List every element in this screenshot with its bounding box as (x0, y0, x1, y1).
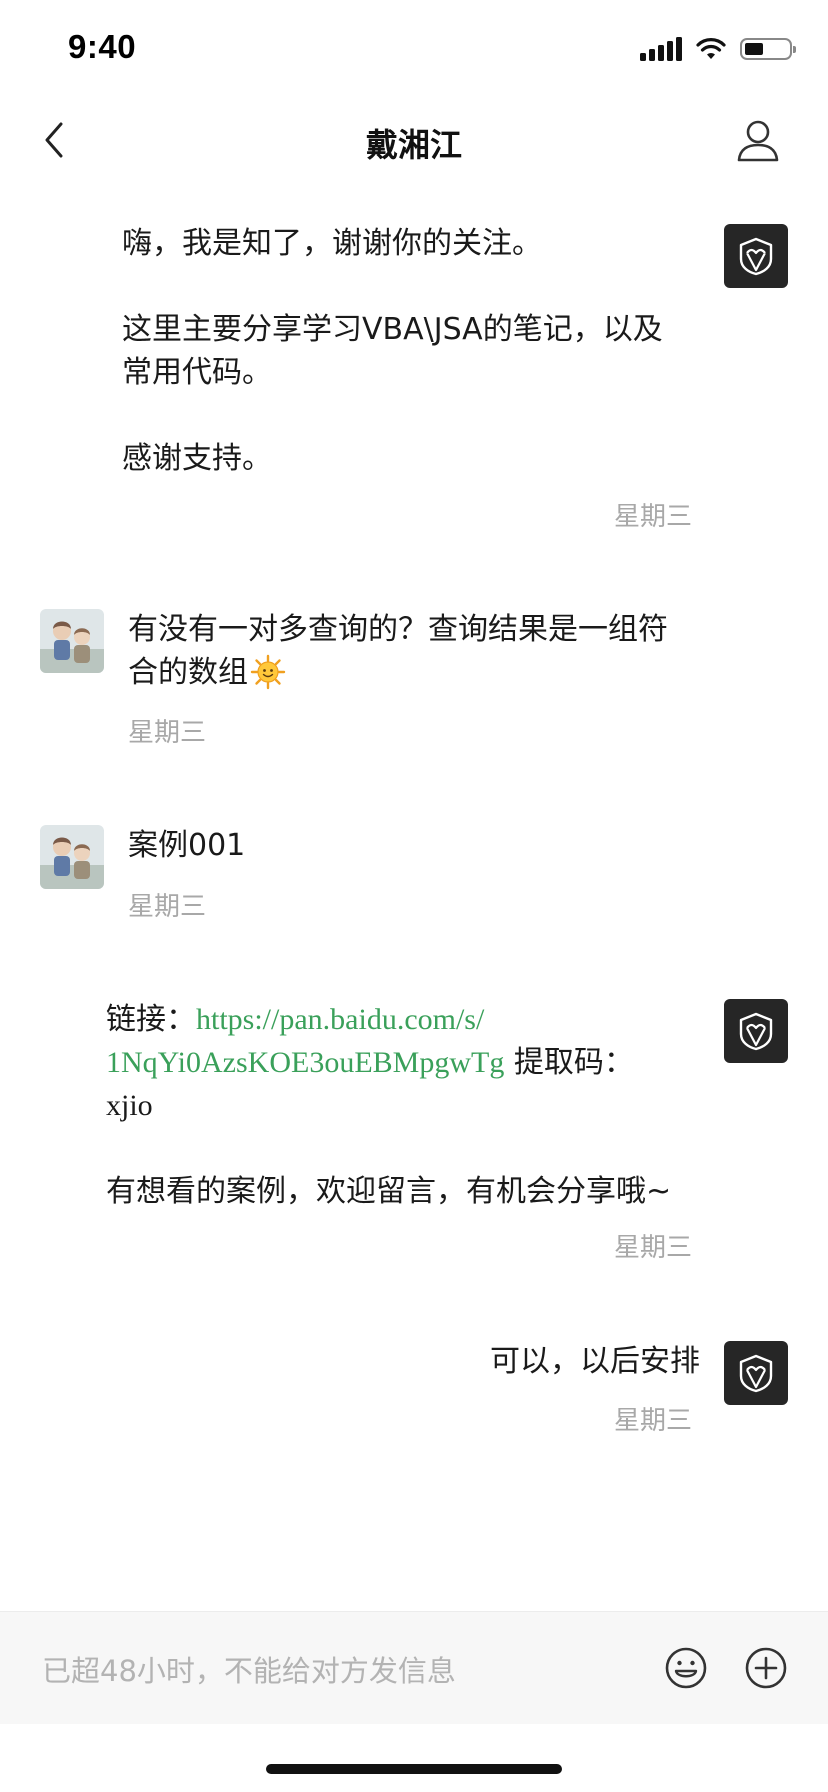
shield-logo-icon (739, 1012, 773, 1051)
message-text: 嗨，我是知了，谢谢你的关注。 这里主要分享学习VBA\JSA的笔记，以及 常用代… (122, 226, 663, 476)
status-time: 9:40 (68, 28, 137, 65)
cellular-signal-icon (640, 37, 682, 61)
user-photo-avatar (40, 609, 104, 673)
smiley-face-icon (665, 1647, 707, 1689)
bot-avatar[interactable] (724, 224, 788, 288)
battery-icon (740, 38, 796, 60)
user-photo-avatar (40, 825, 104, 889)
message-timestamp: 星期三 (614, 1406, 693, 1436)
message-timestamp: 星期三 (614, 502, 693, 532)
wifi-icon (696, 38, 726, 59)
message-timestamp: 星期三 (128, 718, 207, 748)
shield-logo-icon (739, 237, 773, 276)
sun-face-emoji (250, 654, 286, 690)
message-input[interactable]: 已超48小时，不能给对方发信息 (42, 1648, 456, 1690)
message-text: 有没有一对多查询的？查询结果是一组符 合的数组 (128, 612, 668, 690)
plus-circle-icon (745, 1647, 787, 1689)
extraction-code: xjio (106, 1089, 153, 1122)
bot-avatar[interactable] (724, 1341, 788, 1405)
status-bar: 9:40 (0, 0, 828, 98)
status-icons (640, 34, 796, 64)
user-avatar[interactable] (40, 825, 104, 889)
user-avatar[interactable] (40, 609, 104, 673)
message-timestamp: 星期三 (128, 892, 207, 922)
home-indicator[interactable] (266, 1764, 562, 1774)
message-text: 案例001 (128, 828, 246, 863)
message-input-bar: 已超48小时，不能给对方发信息 (0, 1611, 828, 1724)
message-text: 可以，以后安排 (490, 1344, 700, 1379)
bot-avatar[interactable] (724, 999, 788, 1063)
emoji-button[interactable] (664, 1646, 708, 1690)
message-timestamp: 星期三 (614, 1233, 693, 1263)
add-attachment-button[interactable] (744, 1646, 788, 1690)
chat-title: 戴湘江 (365, 126, 462, 164)
chat-header: 戴湘江 (0, 98, 828, 182)
person-icon (737, 120, 779, 162)
profile-button[interactable] (732, 114, 784, 166)
shield-logo-icon (739, 1354, 773, 1393)
message-text: 链接：https://pan.baidu.com/s/ 1NqYi0AzsKOE… (106, 1002, 672, 1209)
